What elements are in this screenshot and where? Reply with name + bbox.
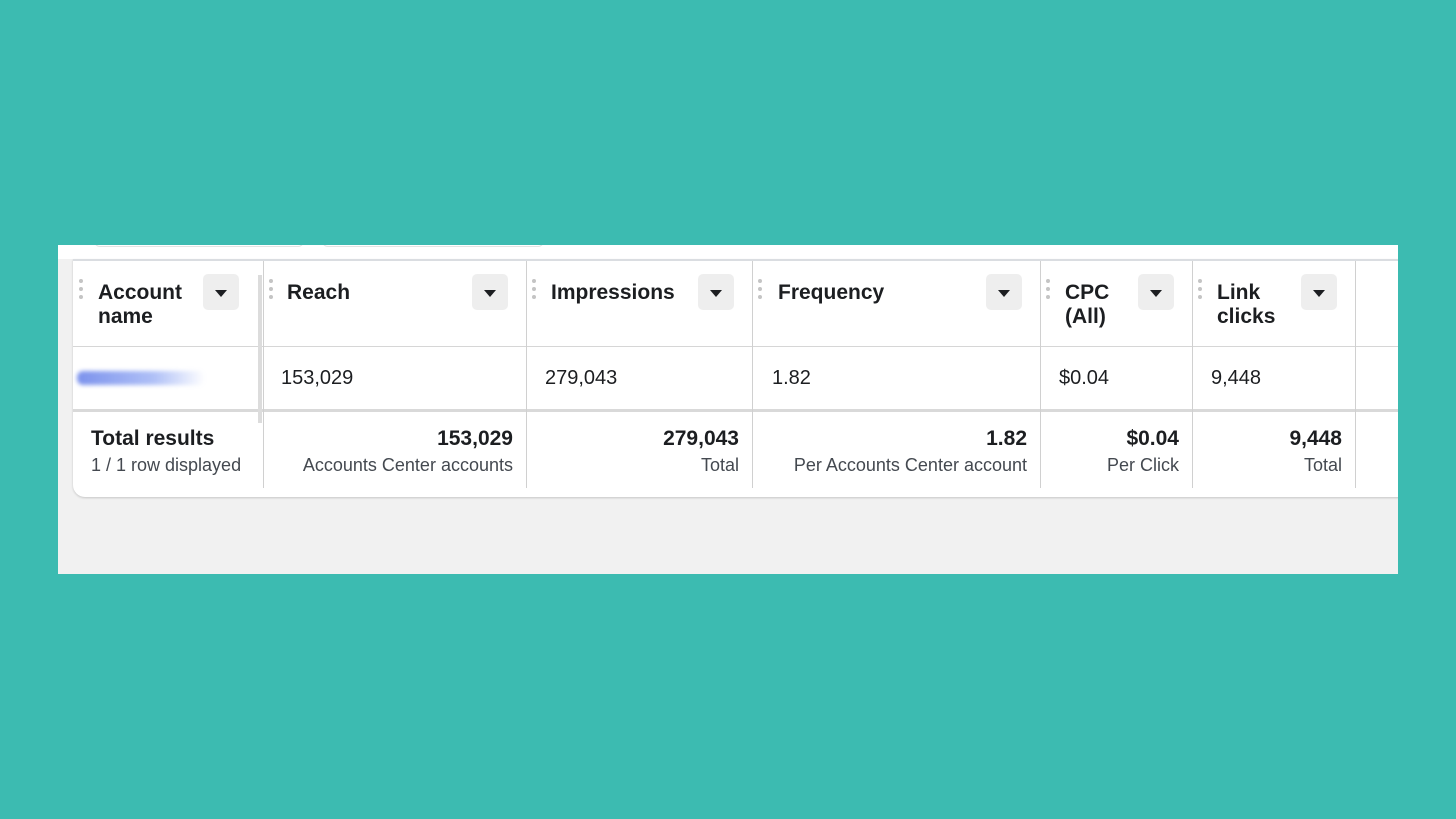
drag-handle-icon[interactable]: [269, 279, 273, 305]
link-clicks-total: 9,448: [1289, 427, 1342, 450]
column-header-label: Frequency: [778, 281, 885, 304]
totals-cell: 9,448 Total: [1192, 412, 1355, 488]
drag-handle-icon[interactable]: [758, 279, 762, 305]
sort-dropdown-button[interactable]: [986, 274, 1022, 310]
total-results-label: Total results: [91, 427, 215, 450]
header-line: Link: [1217, 281, 1261, 304]
caret-down-icon: [215, 289, 227, 297]
totals-cell: 1.82 Per Accounts Center account: [752, 412, 1040, 488]
cpc-total-caption: Per Click: [1106, 455, 1179, 475]
header-line: Account: [98, 281, 182, 304]
redacted-account-name[interactable]: [77, 371, 205, 385]
caret-down-icon: [710, 289, 722, 297]
totals-cell: 279,043 Total: [526, 412, 752, 488]
column-divider[interactable]: [263, 261, 264, 488]
frequency-value: 1.82: [772, 367, 811, 389]
link-clicks-total-caption: Total: [1303, 455, 1342, 475]
column-impressions: Impressions 279,043 279,043 Total: [526, 261, 752, 497]
column-reach: Reach 153,029 153,029 Accounts Center ac…: [263, 261, 526, 497]
drag-handle-icon[interactable]: [1046, 279, 1050, 305]
toolbar-strip: [58, 245, 1398, 259]
column-divider[interactable]: [1355, 261, 1356, 488]
toolbar-pill[interactable]: [322, 245, 544, 247]
toolbar-pill[interactable]: [94, 245, 304, 247]
column-header-label: Reach: [287, 281, 351, 304]
impressions-total-caption: Total: [700, 455, 739, 475]
reach-total-caption: Accounts Center accounts: [302, 455, 513, 475]
sort-dropdown-button[interactable]: [203, 274, 239, 310]
frequency-total: 1.82: [986, 427, 1027, 450]
table-row[interactable]: [73, 347, 263, 412]
caret-down-icon: [1150, 289, 1162, 297]
column-header-label: Account name: [98, 281, 182, 329]
column-header[interactable]: Link clicks: [1192, 261, 1355, 347]
column-header-label: Link clicks: [1217, 281, 1275, 329]
link-clicks-value: 9,448: [1211, 367, 1262, 389]
totals-cell: 153,029 Accounts Center accounts: [263, 412, 526, 488]
column-divider[interactable]: [526, 261, 527, 488]
header-line: clicks: [1217, 305, 1276, 328]
drag-handle-icon[interactable]: [79, 279, 83, 305]
caret-down-icon: [1313, 289, 1325, 297]
column-link-clicks: Link clicks 9,448 9,448 Total: [1192, 261, 1355, 497]
column-header-label: Impressions: [551, 281, 675, 304]
totals-cell: Total results 1 / 1 row displayed: [73, 412, 263, 488]
column-header-label: CPC (All): [1065, 281, 1109, 329]
drag-handle-icon[interactable]: [1198, 279, 1202, 305]
drag-handle-icon[interactable]: [532, 279, 536, 305]
table-row[interactable]: $0.04: [1040, 347, 1192, 412]
sort-dropdown-button[interactable]: [1138, 274, 1174, 310]
ads-report-panel: Account name Total results 1 / 1 row dis…: [58, 245, 1398, 574]
cpc-total: $0.04: [1126, 427, 1179, 450]
column-overflow: [1355, 261, 1398, 497]
column-header[interactable]: Frequency: [752, 261, 1040, 347]
table-row[interactable]: 1.82: [752, 347, 1040, 412]
table-row[interactable]: 279,043: [526, 347, 752, 412]
column-divider[interactable]: [752, 261, 753, 488]
table-row[interactable]: 9,448: [1192, 347, 1355, 412]
header-line: CPC: [1065, 281, 1110, 304]
column-header[interactable]: CPC (All): [1040, 261, 1192, 347]
sort-dropdown-button[interactable]: [698, 274, 734, 310]
caret-down-icon: [484, 289, 496, 297]
column-frequency: Frequency 1.82 1.82 Per Accounts Center …: [752, 261, 1040, 497]
column-header[interactable]: Impressions: [526, 261, 752, 347]
header-line: name: [98, 305, 153, 328]
frozen-column-divider[interactable]: [258, 275, 262, 423]
header-line: (All): [1065, 305, 1106, 328]
frequency-total-caption: Per Accounts Center account: [793, 455, 1027, 475]
report-table: Account name Total results 1 / 1 row dis…: [73, 259, 1398, 497]
sort-dropdown-button[interactable]: [472, 274, 508, 310]
impressions-total: 279,043: [663, 427, 739, 450]
column-cpc-all: CPC (All) $0.04 $0.04 Per Click: [1040, 261, 1192, 497]
reach-value: 153,029: [281, 367, 354, 389]
table-row: [1355, 347, 1398, 412]
rows-displayed-label: 1 / 1 row displayed: [91, 455, 242, 475]
column-divider[interactable]: [1192, 261, 1193, 488]
table-row[interactable]: 153,029: [263, 347, 526, 412]
column-header[interactable]: Account name: [73, 261, 263, 347]
column-header: [1355, 261, 1398, 347]
column-header[interactable]: Reach: [263, 261, 526, 347]
sort-dropdown-button[interactable]: [1301, 274, 1337, 310]
column-divider[interactable]: [1040, 261, 1041, 488]
caret-down-icon: [998, 289, 1010, 297]
impressions-value: 279,043: [545, 367, 618, 389]
cpc-value: $0.04: [1059, 367, 1110, 389]
reach-total: 153,029: [437, 427, 513, 450]
column-account-name: Account name Total results 1 / 1 row dis…: [73, 261, 263, 497]
totals-cell: $0.04 Per Click: [1040, 412, 1192, 488]
